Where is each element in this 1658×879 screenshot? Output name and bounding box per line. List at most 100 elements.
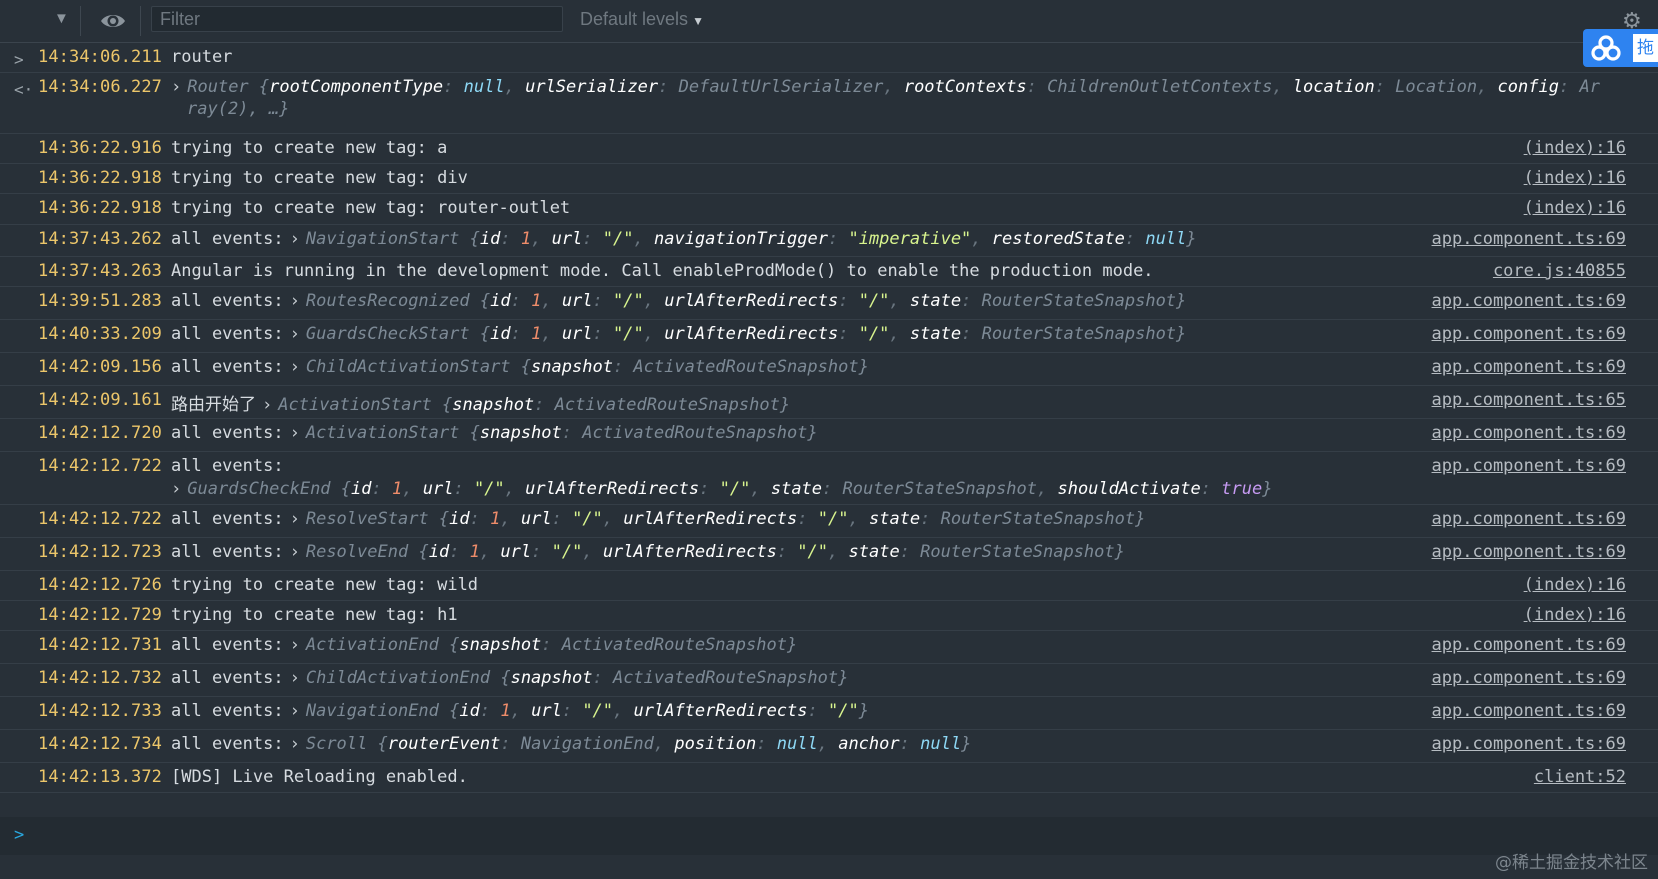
source-link[interactable]: (index):16 xyxy=(1524,138,1626,158)
object-preview[interactable]: ActivationStart {snapshot: ActivatedRout… xyxy=(306,423,818,443)
log-levels-label: Default levels xyxy=(580,9,689,29)
log-message: all events: › ActivationEnd {snapshot: Act… xyxy=(171,635,797,655)
object-token: 1 xyxy=(531,291,542,311)
object-token: { xyxy=(258,77,270,97)
console-input[interactable] xyxy=(32,821,1626,853)
log-message: › Router {rootComponentType: null, urlSer… xyxy=(171,77,1600,97)
object-token: } xyxy=(1262,479,1273,499)
object-preview[interactable]: GuardsCheckEnd {id: 1, url: "/", urlAfte… xyxy=(187,479,1272,499)
object-token: : xyxy=(449,542,470,562)
object-token: { xyxy=(479,291,491,311)
object-token: : xyxy=(541,635,562,655)
source-link[interactable]: (index):16 xyxy=(1524,168,1626,188)
eye-icon[interactable] xyxy=(100,8,126,34)
log-row: 14:42:12.732 all events: › ChildActivationE… xyxy=(0,664,1658,697)
object-preview[interactable]: ChildActivationStart {snapshot: Activate… xyxy=(306,357,869,377)
log-prefix: all events: xyxy=(171,423,284,443)
object-class: ActivationStart xyxy=(278,395,432,415)
object-preview[interactable]: ChildActivationEnd {snapshot: ActivatedR… xyxy=(306,668,849,688)
log-levels-dropdown[interactable]: Default levels ▼ xyxy=(580,9,710,30)
expand-triangle-icon[interactable]: › xyxy=(171,77,181,97)
source-link[interactable]: app.component.ts:69 xyxy=(1432,456,1626,476)
object-preview[interactable]: Router {rootComponentType: null, urlSeri… xyxy=(187,77,1600,97)
object-preview[interactable]: NavigationStart {id: 1, url: "/", naviga… xyxy=(306,229,1197,249)
expand-triangle-icon[interactable]: › xyxy=(290,357,300,377)
timestamp: 14:42:12.734 xyxy=(38,734,163,754)
source-link[interactable]: app.component.ts:69 xyxy=(1432,291,1626,311)
source-link[interactable]: app.component.ts:69 xyxy=(1432,701,1626,721)
source-link[interactable]: core.js:40855 xyxy=(1493,261,1626,281)
property-key: snapshot xyxy=(531,357,613,377)
object-token: : xyxy=(1374,77,1396,97)
object-preview[interactable]: ResolveEnd {id: 1, url: "/", urlAfterRed… xyxy=(306,542,1125,562)
log-row: 14:37:43.263 Angular is running in the de… xyxy=(0,257,1658,287)
source-link[interactable]: app.component.ts:69 xyxy=(1432,229,1626,249)
object-preview[interactable]: Scroll {routerEvent: NavigationEnd, posi… xyxy=(306,734,971,754)
object-token: , xyxy=(613,701,634,721)
object-preview[interactable]: ActivationStart {snapshot: ActivatedRout… xyxy=(278,395,790,415)
object-token: , xyxy=(541,291,562,311)
source-link[interactable]: app.component.ts:69 xyxy=(1432,668,1626,688)
object-preview[interactable]: RoutesRecognized {id: 1, url: "/", urlAf… xyxy=(306,291,1186,311)
source-link[interactable]: app.component.ts:69 xyxy=(1432,324,1626,344)
source-link[interactable]: app.component.ts:69 xyxy=(1432,423,1626,443)
object-token: : xyxy=(1124,229,1146,249)
object-class: ResolveEnd xyxy=(305,542,409,562)
object-preview[interactable]: NavigationEnd {id: 1, url: "/", urlAfter… xyxy=(306,701,869,721)
object-token: : xyxy=(961,291,982,311)
object-token: , xyxy=(582,542,603,562)
timestamp: 14:39:51.283 xyxy=(38,291,163,311)
object-preview[interactable]: ActivationEnd {snapshot: ActivatedRouteS… xyxy=(306,635,797,655)
cloud-logo-icon xyxy=(1591,35,1621,61)
side-widget-badge[interactable]: 拖 xyxy=(1583,29,1658,67)
source-link[interactable]: (index):16 xyxy=(1524,198,1626,218)
expand-triangle-icon[interactable]: › xyxy=(290,423,300,443)
timestamp: 14:42:12.729 xyxy=(38,605,163,625)
property-key: urlAfterRedirects xyxy=(633,701,808,721)
source-link[interactable]: app.component.ts:69 xyxy=(1432,509,1626,529)
source-link[interactable]: app.component.ts:69 xyxy=(1432,542,1626,562)
source-link[interactable]: client:52 xyxy=(1534,767,1626,787)
object-token: : xyxy=(561,701,583,721)
expand-triangle-icon[interactable]: › xyxy=(290,668,300,688)
log-message: all events: xyxy=(171,456,284,476)
property-key: url xyxy=(561,291,593,311)
source-link[interactable]: app.component.ts:69 xyxy=(1432,734,1626,754)
property-key: urlAfterRedirects xyxy=(664,291,839,311)
log-row: 14:42:12.722 all events: › ResolveStart {id… xyxy=(0,505,1658,538)
context-dropdown[interactable]: ▼ xyxy=(54,10,69,27)
expand-triangle-icon[interactable]: › xyxy=(262,395,272,415)
expand-triangle-icon[interactable]: › xyxy=(290,229,300,249)
log-message: all events: › NavigationStart {id: 1, url:… xyxy=(171,229,1197,249)
object-token: : xyxy=(551,509,573,529)
expand-triangle-icon[interactable]: › xyxy=(290,734,300,754)
property-value: ActivatedRouteSnapshot xyxy=(554,395,780,415)
expand-triangle-icon[interactable]: › xyxy=(290,291,300,311)
source-link[interactable]: app.component.ts:65 xyxy=(1432,390,1626,410)
expand-triangle-icon[interactable]: › xyxy=(290,324,300,344)
property-value: NavigationEnd xyxy=(520,734,654,754)
expand-triangle-icon[interactable]: › xyxy=(290,635,300,655)
timestamp: 14:36:22.916 xyxy=(38,138,163,158)
source-link[interactable]: app.component.ts:69 xyxy=(1432,635,1626,655)
console-log: >14:34:06.211 router <· 14:34:06.227 ray(2),… xyxy=(0,43,1658,793)
source-link[interactable]: app.component.ts:69 xyxy=(1432,357,1626,377)
object-preview[interactable]: GuardsCheckStart {id: 1, url: "/", urlAf… xyxy=(306,324,1186,344)
timestamp: 14:42:12.722 xyxy=(38,456,163,476)
console-prompt[interactable]: > xyxy=(0,817,1658,855)
expand-triangle-icon[interactable]: › xyxy=(171,479,181,499)
object-token: , xyxy=(828,542,849,562)
object-token: , xyxy=(1272,77,1293,97)
expand-triangle-icon[interactable]: › xyxy=(290,542,300,562)
expand-triangle-icon[interactable]: › xyxy=(290,509,300,529)
property-value: ActivatedRouteSnapshot xyxy=(582,423,808,443)
expand-triangle-icon[interactable]: › xyxy=(290,701,300,721)
object-token: , xyxy=(541,324,562,344)
object-preview[interactable]: ResolveStart {id: 1, url: "/", urlAfterR… xyxy=(306,509,1146,529)
object-token: } xyxy=(779,395,791,415)
source-link[interactable]: (index):16 xyxy=(1524,605,1626,625)
return-arrow-icon: <· xyxy=(14,80,34,99)
filter-input[interactable] xyxy=(151,6,563,32)
source-link[interactable]: (index):16 xyxy=(1524,575,1626,595)
object-token: 1 xyxy=(500,701,511,721)
